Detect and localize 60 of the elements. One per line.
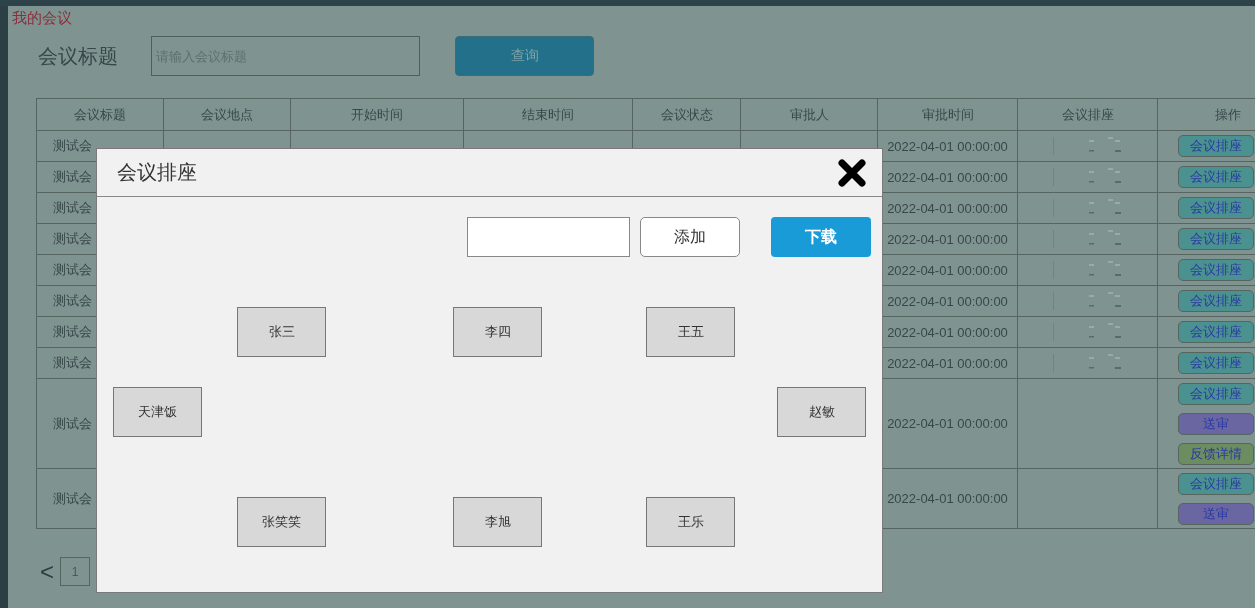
table-cell: 2022-04-01 00:00:00 <box>887 262 1008 278</box>
column-header: 会议标题 <box>36 98 164 131</box>
seat-card[interactable]: 天津饭 <box>113 387 202 437</box>
table-cell: 测试会 <box>53 324 92 339</box>
action-button[interactable]: 反馈详情 <box>1178 442 1254 465</box>
table-cell: 2022-04-01 00:00:00 <box>887 293 1008 309</box>
table-cell: 2022-04-01 00:00:00 <box>887 491 1008 506</box>
seat-card[interactable]: 王五 <box>646 307 735 357</box>
action-button[interactable]: 会议排座 <box>1178 352 1254 374</box>
seat-card[interactable]: 张笑笑 <box>237 497 326 547</box>
table-cell: 测试会 <box>53 169 92 184</box>
column-header: 会议地点 <box>163 98 291 131</box>
column-header: 审批人 <box>740 98 878 131</box>
previous-page-link[interactable]: < <box>40 557 54 586</box>
download-button[interactable]: 下载 <box>771 217 871 257</box>
seat-card[interactable]: 王乐 <box>646 497 735 547</box>
action-button[interactable]: 会议排座 <box>1178 228 1254 250</box>
column-header: 操作 <box>1157 98 1255 131</box>
table-cell: 测试会 <box>53 490 92 506</box>
table-cell: 测试会 <box>53 355 92 370</box>
action-button[interactable]: 会议排座 <box>1178 382 1254 405</box>
page-title: 我的会议 <box>11 8 73 27</box>
close-icon[interactable] <box>838 158 866 187</box>
action-button[interactable]: 会议排座 <box>1178 259 1254 281</box>
dialog-title: 会议排座 <box>117 160 197 185</box>
table-cell: 2022-04-01 00:00:00 <box>887 169 1008 185</box>
table-cell: 2022-04-01 00:00:00 <box>887 416 1008 431</box>
table-cell: 2022-04-01 00:00:00 <box>887 231 1008 247</box>
column-header: 结束时间 <box>463 98 633 131</box>
action-button[interactable]: 会议排座 <box>1178 472 1254 495</box>
action-button[interactable]: 会议排座 <box>1178 197 1254 219</box>
table-cell: 测试会 <box>53 293 92 308</box>
column-header: 审批时间 <box>877 98 1018 131</box>
table-cell: 测试会 <box>53 231 92 246</box>
action-button[interactable]: 会议排座 <box>1178 135 1254 157</box>
add-button[interactable]: 添加 <box>640 217 740 257</box>
table-cell: 2022-04-01 00:00:00 <box>887 200 1008 216</box>
table-cell: 测试会 <box>53 262 92 277</box>
table-cell: 2022-04-01 00:00:00 <box>887 355 1008 371</box>
column-header: 开始时间 <box>290 98 464 131</box>
seat-card[interactable]: 李四 <box>453 307 542 357</box>
action-button[interactable]: 会议排座 <box>1178 290 1254 312</box>
page-button[interactable]: 1 <box>60 557 90 586</box>
column-header: 会议排座 <box>1017 98 1158 131</box>
column-header: 会议状态 <box>632 98 741 131</box>
table-cell: 2022-04-01 00:00:00 <box>887 324 1008 340</box>
action-button[interactable]: 送审 <box>1178 502 1254 525</box>
seat-card[interactable]: 张三 <box>237 307 326 357</box>
action-button[interactable]: 送审 <box>1178 412 1254 435</box>
action-button[interactable]: 会议排座 <box>1178 321 1254 343</box>
table-cell: 测试会 <box>53 200 92 215</box>
query-button[interactable]: 查询 <box>455 36 594 76</box>
table-cell: 测试会 <box>53 138 92 153</box>
search-label: 会议标题 <box>38 43 119 69</box>
table-cell: 测试会 <box>53 415 92 431</box>
seat-card[interactable]: 李旭 <box>453 497 542 547</box>
action-button[interactable]: 会议排座 <box>1178 166 1254 188</box>
table-cell: 2022-04-01 00:00:00 <box>887 138 1008 154</box>
seat-card[interactable]: 赵敏 <box>777 387 866 437</box>
name-input-field[interactable] <box>467 217 630 257</box>
